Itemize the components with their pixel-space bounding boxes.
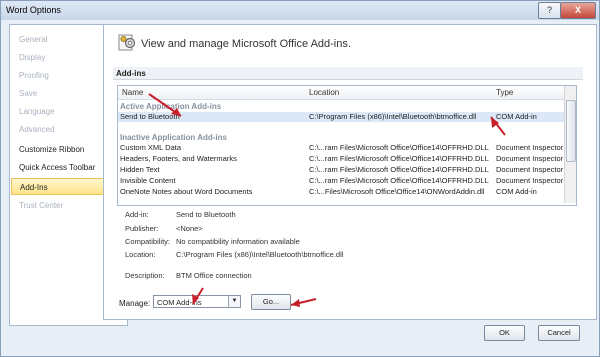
window-title: Word Options <box>6 5 61 15</box>
description-value: BTM Office connection <box>176 271 252 280</box>
cancel-button[interactable]: Cancel <box>538 325 580 341</box>
title-bar: Word Options ? X <box>1 1 599 20</box>
list-row[interactable]: OneNote Notes about Word Documents C:\..… <box>118 187 564 197</box>
row-location: C:\...ram Files\Microsoft Office\Office1… <box>309 154 489 163</box>
group-title-inactive: Inactive Application Add-ins <box>120 133 227 142</box>
row-type: Document Inspector <box>496 143 564 152</box>
column-name[interactable]: Name <box>122 86 143 99</box>
manage-selected: COM Add-ins <box>157 298 202 307</box>
publisher-value: <None> <box>176 224 203 233</box>
list-scrollbar[interactable] <box>564 86 576 203</box>
section-title: Add-ins <box>113 67 583 80</box>
list-row[interactable]: Invisible Content C:\...ram Files\Micros… <box>118 176 564 186</box>
row-location: C:\...ram Files\Microsoft Office\Office1… <box>309 165 489 174</box>
row-type: Document Inspector <box>496 154 564 163</box>
page-header-text: View and manage Microsoft Office Add-ins… <box>141 38 351 50</box>
column-type[interactable]: Type <box>496 86 513 99</box>
gears-icon <box>118 34 136 51</box>
row-location: C:\Program Files (x86)\Intel\Bluetooth\b… <box>309 112 477 121</box>
word-options-dialog: Word Options ? X General Display Proofin… <box>0 0 600 357</box>
list-row[interactable]: Hidden Text C:\...ram Files\Microsoft Of… <box>118 165 564 175</box>
compatibility-label: Compatibility: <box>125 237 171 246</box>
row-type: Document Inspector <box>496 165 564 174</box>
row-name: OneNote Notes about Word Documents <box>120 187 253 196</box>
row-name: Custom XML Data <box>120 143 181 152</box>
row-name: Headers, Footers, and Watermarks <box>120 154 237 163</box>
location-value: C:\Program Files (x86)\Intel\Bluetooth\b… <box>176 250 344 259</box>
row-type: COM Add-in <box>496 112 537 121</box>
add-ins-list[interactable]: Name Location Type Active Application Ad… <box>117 85 577 206</box>
publisher-label: Publisher: <box>125 224 159 233</box>
list-row[interactable]: Send to Bluetooth C:\Program Files (x86)… <box>118 112 564 122</box>
description-label: Description: <box>125 271 165 280</box>
manage-dropdown[interactable]: COM Add-ins ▼ <box>153 295 241 308</box>
compatibility-value: No compatibility information available <box>176 237 300 246</box>
addin-label: Add-in: <box>125 210 149 219</box>
row-location: C:\...ram Files\Microsoft Office\Office1… <box>309 176 489 185</box>
row-location: C:\...Files\Microsoft Office\Office14\ON… <box>309 187 485 196</box>
addin-value: Send to Bluetooth <box>176 210 236 219</box>
help-button[interactable]: ? <box>538 2 561 19</box>
row-location: C:\...ram Files\Microsoft Office\Office1… <box>309 143 489 152</box>
list-row[interactable]: Headers, Footers, and Watermarks C:\...r… <box>118 154 564 164</box>
scroll-thumb[interactable] <box>566 100 576 162</box>
ok-button[interactable]: OK <box>484 325 525 341</box>
group-title-active: Active Application Add-ins <box>120 102 222 111</box>
close-button[interactable]: X <box>560 2 596 19</box>
location-label: Location: <box>125 250 156 259</box>
go-button[interactable]: Go... <box>251 294 291 310</box>
row-name: Invisible Content <box>120 176 176 185</box>
row-type: Document Inspector <box>496 176 564 185</box>
row-type: COM Add-in <box>496 187 537 196</box>
column-location[interactable]: Location <box>309 86 339 99</box>
row-name: Hidden Text <box>120 165 160 174</box>
row-name: Send to Bluetooth <box>120 112 180 121</box>
list-row[interactable]: Custom XML Data C:\...ram Files\Microsof… <box>118 143 564 153</box>
dropdown-arrow-icon[interactable]: ▼ <box>228 296 240 307</box>
manage-label: Manage: <box>119 299 151 308</box>
